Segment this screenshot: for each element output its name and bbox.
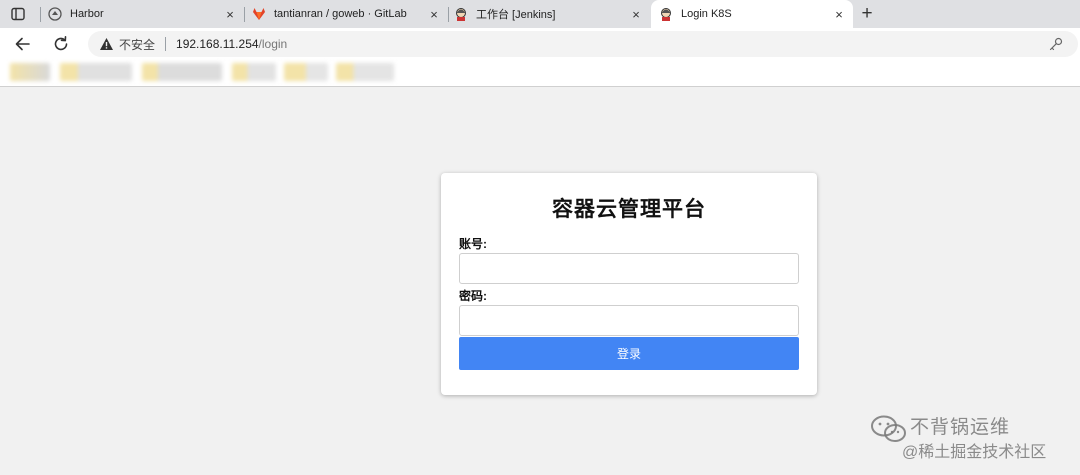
tab-actions-icon[interactable] <box>10 6 26 22</box>
username-label: 账号: <box>459 237 487 251</box>
warning-icon[interactable] <box>98 36 114 52</box>
reload-button[interactable] <box>50 33 72 55</box>
bookmark-item[interactable] <box>142 63 222 81</box>
close-icon[interactable]: × <box>628 6 644 22</box>
tab-separator <box>40 7 41 22</box>
url-path: /login <box>258 37 288 51</box>
tab-gitlab[interactable]: tantianran / goweb · GitLab × <box>252 0 448 28</box>
bookmark-item[interactable] <box>232 63 276 81</box>
harbor-icon <box>48 7 62 21</box>
arrow-left-icon <box>15 37 30 51</box>
security-status[interactable]: 不安全 <box>119 36 155 53</box>
key-icon[interactable] <box>1048 36 1064 52</box>
bookmark-item[interactable] <box>336 63 394 81</box>
watermark-subtitle: @稀土掘金技术社区 <box>902 444 1047 461</box>
password-input[interactable] <box>459 305 799 336</box>
gitlab-icon <box>252 7 266 21</box>
close-icon[interactable]: × <box>831 6 847 22</box>
address-divider <box>165 37 167 51</box>
close-icon[interactable]: × <box>426 6 442 22</box>
tab-title: Login K8S <box>681 8 732 20</box>
bookmarks-bar <box>0 59 1080 87</box>
jenkins-icon <box>659 7 673 21</box>
tab-jenkins[interactable]: 工作台 [Jenkins] × <box>454 0 650 28</box>
username-input[interactable] <box>459 253 799 284</box>
tab-login-k8s[interactable]: Login K8S × <box>651 0 853 28</box>
tab-title: 工作台 [Jenkins] <box>476 9 556 21</box>
jenkins-icon <box>454 7 468 21</box>
new-tab-button[interactable]: + <box>857 3 877 24</box>
watermark: 不背锅运维 @稀土掘金技术社区 <box>870 412 1080 472</box>
bookmark-item[interactable] <box>60 63 132 81</box>
login-title: 容器云管理平台 <box>552 198 706 221</box>
address-bar[interactable]: 不安全 192.168.11.254/login <box>88 31 1078 57</box>
browser-toolbar: 不安全 192.168.11.254/login <box>0 28 1080 59</box>
tab-strip: Harbor × tantianran / goweb · GitLab × 工… <box>0 0 1080 28</box>
watermark-title: 不背锅运维 <box>910 417 1011 438</box>
tab-title: Harbor <box>70 8 104 20</box>
login-card: 容器云管理平台 账号: 密码: 登录 <box>441 173 817 395</box>
back-button[interactable] <box>12 33 34 55</box>
tab-harbor[interactable]: Harbor × <box>48 0 244 28</box>
close-icon[interactable]: × <box>222 6 238 22</box>
bookmark-item[interactable] <box>10 63 50 81</box>
url-host: 192.168.11.254 <box>176 37 259 51</box>
tab-title: tantianran / goweb · GitLab <box>274 8 407 20</box>
bookmark-item[interactable] <box>284 63 328 81</box>
tab-separator <box>244 7 245 22</box>
tab-separator <box>448 7 449 22</box>
refresh-icon <box>54 36 68 51</box>
login-button[interactable]: 登录 <box>459 337 799 370</box>
password-label: 密码: <box>459 289 487 303</box>
